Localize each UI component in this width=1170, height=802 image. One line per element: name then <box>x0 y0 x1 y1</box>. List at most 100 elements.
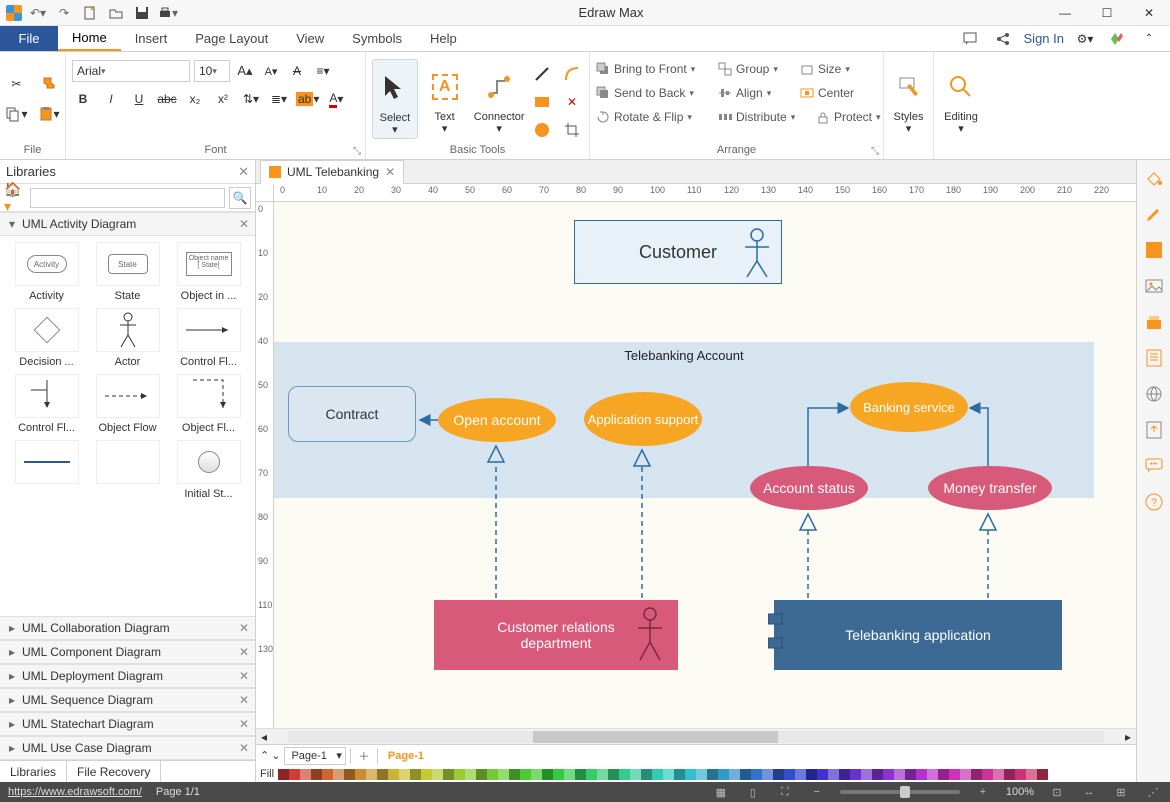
editing-btn[interactable]: Editing▾ <box>940 59 982 139</box>
add-page-btn[interactable]: ＋ <box>355 747 373 765</box>
subscript-btn[interactable]: x₂ <box>184 88 206 110</box>
undo-btn[interactable]: ↶▾ <box>28 3 48 23</box>
color-swatch[interactable] <box>938 769 949 780</box>
color-swatch[interactable] <box>696 769 707 780</box>
color-swatch[interactable] <box>289 769 300 780</box>
color-swatch[interactable] <box>729 769 740 780</box>
lib-section-collapsed[interactable]: ▸UML Statechart Diagram✕ <box>0 712 255 736</box>
shape-activity[interactable]: ActivityActivity <box>10 242 84 302</box>
color-swatch[interactable] <box>322 769 333 780</box>
shape-empty[interactable] <box>91 440 165 500</box>
color-swatch[interactable] <box>916 769 927 780</box>
color-swatch[interactable] <box>861 769 872 780</box>
clear-format-btn[interactable]: A <box>286 60 308 82</box>
color-swatch[interactable] <box>685 769 696 780</box>
highlight-btn[interactable]: ab▾ <box>296 88 319 110</box>
shape-initial[interactable]: Initial St... <box>172 440 246 500</box>
italic-btn[interactable]: I <box>100 88 122 110</box>
color-swatch[interactable] <box>641 769 652 780</box>
shape-object[interactable]: Object name[ State]Object in ... <box>172 242 246 302</box>
group-btn[interactable]: Group <box>718 58 788 80</box>
shape-decision[interactable]: Decision ... <box>10 308 84 368</box>
lib-section-collapsed[interactable]: ▸UML Component Diagram✕ <box>0 640 255 664</box>
close-icon[interactable]: ✕ <box>239 717 249 731</box>
color-swatch[interactable] <box>806 769 817 780</box>
lib-section-collapsed[interactable]: ▸UML Sequence Diagram✕ <box>0 688 255 712</box>
help-icon[interactable]: ? <box>1142 490 1166 514</box>
node-money-transfer[interactable]: Money transfer <box>928 466 1052 510</box>
rect-tool-icon[interactable] <box>531 91 553 113</box>
color-swatch[interactable] <box>927 769 938 780</box>
protect-btn[interactable]: Protect <box>816 106 892 128</box>
bt-libraries[interactable]: Libraries <box>0 761 67 782</box>
tab-page-layout[interactable]: Page Layout <box>181 26 282 51</box>
node-banking-service[interactable]: Banking service <box>850 382 968 432</box>
picture-icon[interactable] <box>1142 274 1166 298</box>
color-swatch[interactable] <box>575 769 586 780</box>
color-swatch[interactable] <box>960 769 971 780</box>
text-tool[interactable]: A Text▾ <box>422 59 468 139</box>
doc-tab-close-icon[interactable]: ✕ <box>385 165 395 179</box>
print-btn[interactable]: ▾ <box>158 3 178 23</box>
line-spacing-btn[interactable]: ⇅▾ <box>240 88 262 110</box>
fill-icon[interactable] <box>1142 238 1166 262</box>
shape-object-flow2[interactable]: Object Fl... <box>172 374 246 434</box>
send-back-btn[interactable]: Send to Back <box>596 82 706 104</box>
color-swatch[interactable] <box>817 769 828 780</box>
globe-icon[interactable] <box>1142 382 1166 406</box>
color-swatch[interactable] <box>982 769 993 780</box>
page-down-icon[interactable]: ⌄ <box>271 749 280 762</box>
save-btn[interactable] <box>132 3 152 23</box>
shape-control-flow[interactable]: Control Fl... <box>172 308 246 368</box>
color-swatch[interactable] <box>751 769 762 780</box>
color-swatch[interactable] <box>773 769 784 780</box>
superscript-btn[interactable]: x² <box>212 88 234 110</box>
node-open-account[interactable]: Open account <box>438 398 556 442</box>
color-swatch[interactable] <box>993 769 1004 780</box>
active-page-label[interactable]: Page-1 <box>382 750 430 762</box>
bring-front-btn[interactable]: Bring to Front <box>596 58 706 80</box>
styles-btn[interactable]: Styles▾ <box>890 59 927 139</box>
color-swatch[interactable] <box>652 769 663 780</box>
color-swatch[interactable] <box>608 769 619 780</box>
bold-btn[interactable]: B <box>72 88 94 110</box>
strike-btn[interactable]: abc <box>156 88 178 110</box>
align-text-btn[interactable]: ≡▾ <box>312 60 334 82</box>
color-swatch[interactable] <box>278 769 289 780</box>
tab-symbols[interactable]: Symbols <box>338 26 416 51</box>
fit-page-icon[interactable]: ⊡ <box>1048 784 1066 800</box>
close-button[interactable]: ✕ <box>1128 0 1170 26</box>
color-swatch[interactable] <box>795 769 806 780</box>
close-icon[interactable]: ✕ <box>239 669 249 683</box>
color-swatch[interactable] <box>355 769 366 780</box>
gear-icon[interactable]: ⚙▾ <box>1074 28 1096 50</box>
color-swatch[interactable] <box>718 769 729 780</box>
grow-font-btn[interactable]: A▴ <box>234 60 256 82</box>
tab-file[interactable]: File <box>0 26 58 51</box>
color-swatch[interactable] <box>377 769 388 780</box>
color-swatch[interactable] <box>663 769 674 780</box>
color-swatch[interactable] <box>883 769 894 780</box>
minimize-button[interactable]: — <box>1044 0 1086 26</box>
color-swatch[interactable] <box>1015 769 1026 780</box>
close-icon[interactable]: ✕ <box>239 741 249 755</box>
color-swatch[interactable] <box>344 769 355 780</box>
close-icon[interactable]: ✕ <box>239 645 249 659</box>
color-swatch[interactable] <box>597 769 608 780</box>
bt-file-recovery[interactable]: File Recovery <box>67 761 161 782</box>
lib-section-collapsed[interactable]: ▸UML Collaboration Diagram✕ <box>0 616 255 640</box>
grid-icon[interactable]: ⊞ <box>1112 784 1130 800</box>
layers-icon[interactable] <box>1142 310 1166 334</box>
color-swatch[interactable] <box>564 769 575 780</box>
color-swatch[interactable] <box>454 769 465 780</box>
underline-btn[interactable]: U <box>128 88 150 110</box>
view-reading-icon[interactable]: ▯ <box>744 784 762 800</box>
arc-tool-icon[interactable] <box>561 63 583 85</box>
status-url[interactable]: https://www.edrawsoft.com/ <box>8 786 142 798</box>
color-swatch[interactable] <box>674 769 685 780</box>
sign-in-link[interactable]: Sign In <box>1024 31 1064 46</box>
font-name-combo[interactable]: Arial <box>72 60 190 82</box>
lib-section-collapsed[interactable]: ▸UML Deployment Diagram✕ <box>0 664 255 688</box>
color-swatch[interactable] <box>1004 769 1015 780</box>
h-scrollbar[interactable]: ◂▸ <box>256 728 1136 744</box>
